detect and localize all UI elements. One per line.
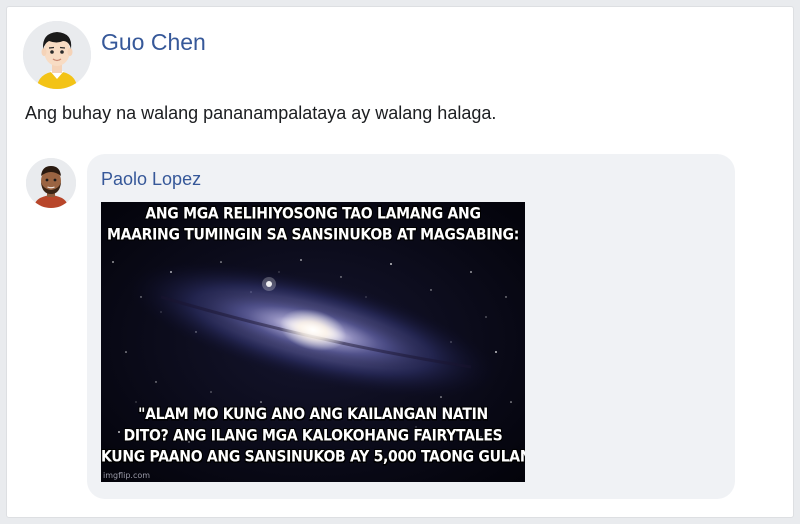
meme-watermark: imgflip.com bbox=[103, 471, 151, 480]
reply-author-name[interactable]: Paolo Lopez bbox=[101, 169, 201, 190]
reply-author-avatar[interactable] bbox=[26, 158, 76, 208]
meme-bottom-text: "ALAM MO KUNG ANO ANG KAILANGAN NATIN DI… bbox=[101, 405, 525, 469]
user-avatar-icon bbox=[23, 21, 91, 89]
meme-top-line: MAARING TUMINGIN SA SANSINUKOB AT MAGSAB… bbox=[106, 226, 520, 245]
meme-top-text: ANG MGA RELIHIYOSONG TAO LAMANG ANG MAAR… bbox=[101, 204, 525, 247]
reply-bubble: Paolo Lopez ANG MGA RELIHIYOSONG TAO LAM… bbox=[87, 154, 735, 499]
meme-top-line: ANG MGA RELIHIYOSONG TAO LAMANG ANG bbox=[145, 204, 481, 223]
post-author-name[interactable]: Guo Chen bbox=[101, 29, 206, 56]
user-avatar-icon bbox=[26, 158, 76, 208]
meme-bottom-line: "ALAM MO KUNG ANO ANG KAILANGAN NATIN bbox=[138, 405, 488, 424]
meme-bottom-line: KUNG PAANO ANG SANSINUKOB AY 5,000 TAONG… bbox=[101, 448, 525, 467]
meme-image[interactable]: ANG MGA RELIHIYOSONG TAO LAMANG ANG MAAR… bbox=[101, 202, 525, 482]
meme-bottom-line: DITO? ANG ILANG MGA KALOKOHANG FAIRYTALE… bbox=[123, 426, 503, 445]
post-text: Ang buhay na walang pananampalataya ay w… bbox=[25, 103, 497, 123]
post-card: Guo Chen Ang buhay na walang pananampala… bbox=[6, 6, 794, 518]
post-author-avatar[interactable] bbox=[23, 21, 91, 89]
